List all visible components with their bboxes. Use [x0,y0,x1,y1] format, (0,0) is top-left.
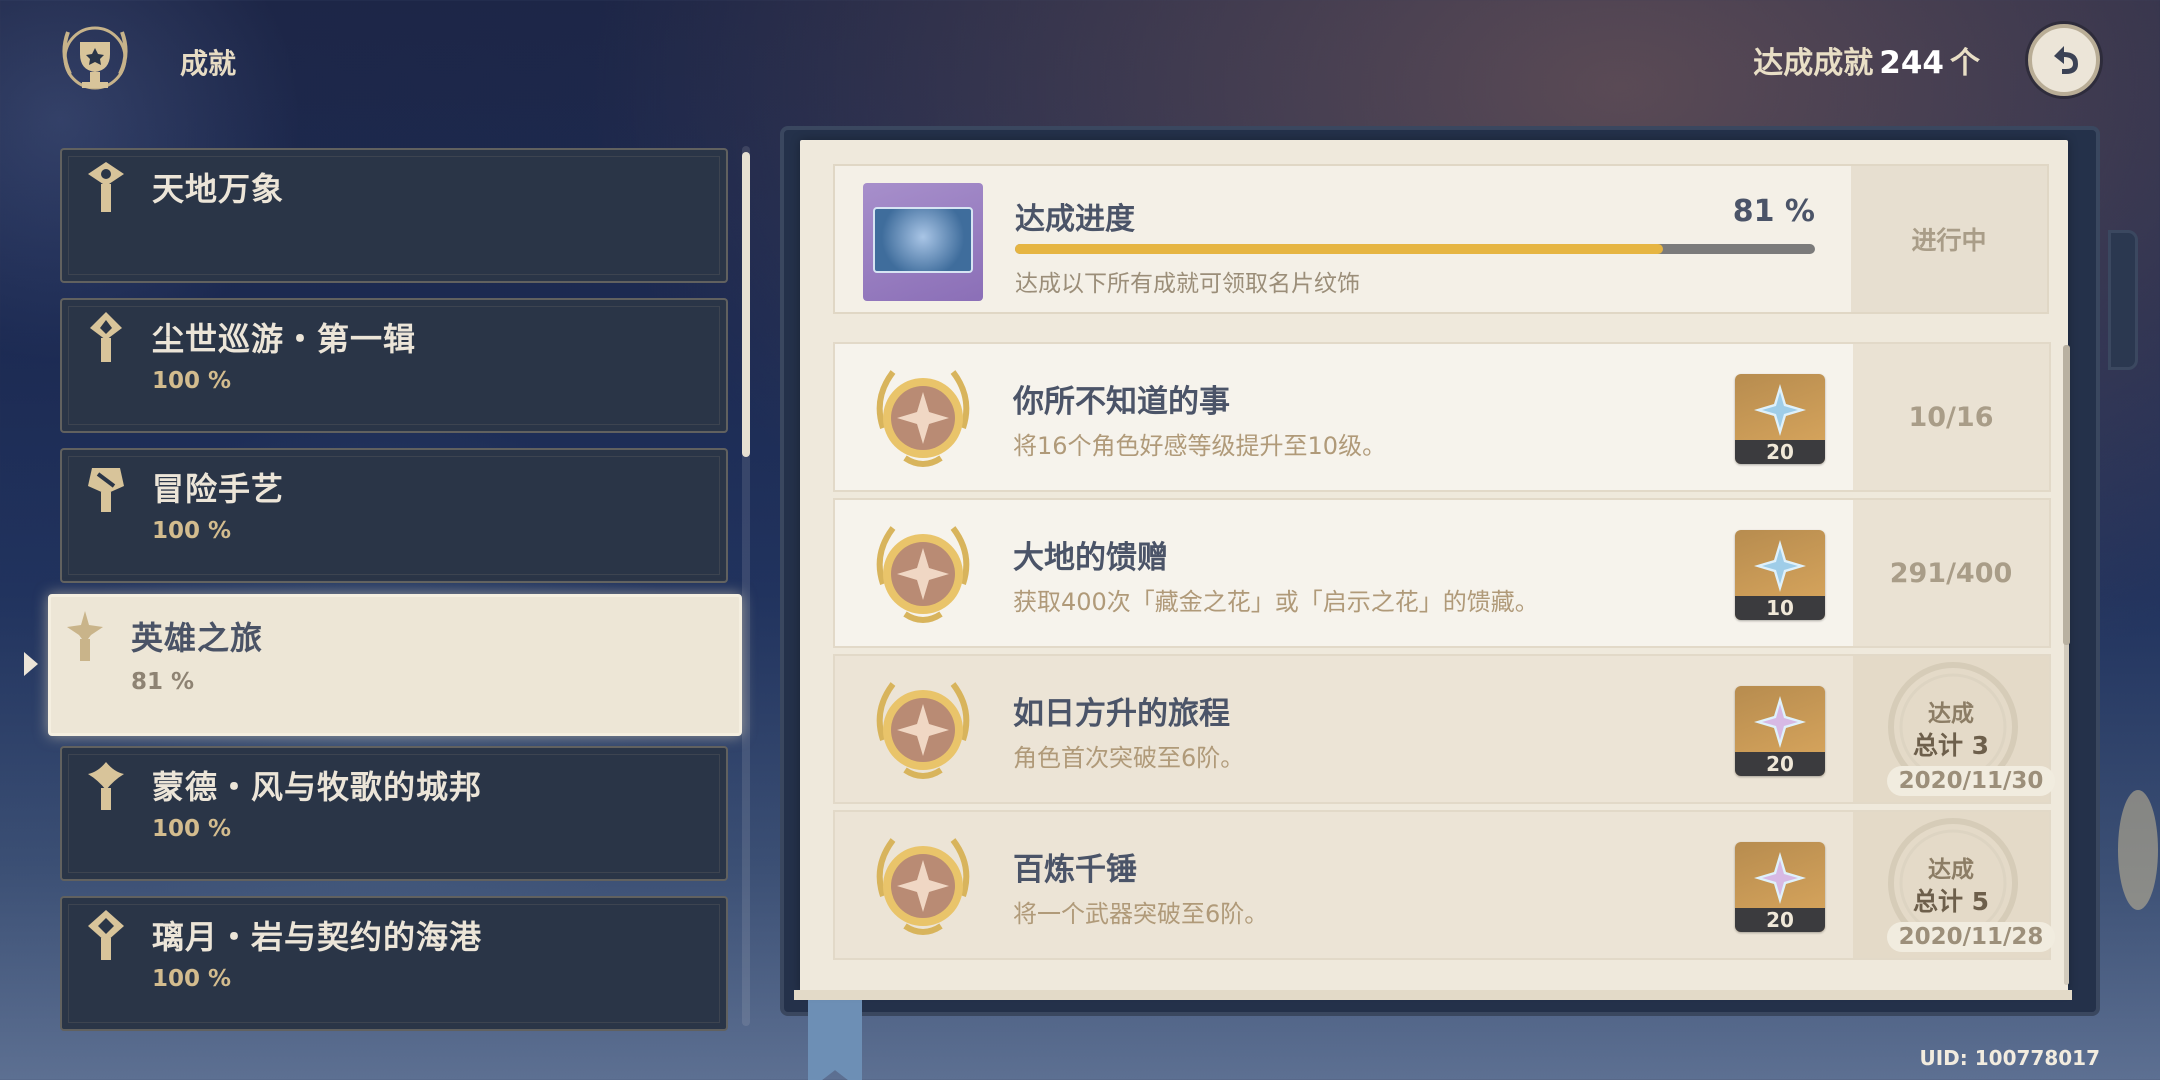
primogem-icon [1754,384,1806,436]
achievement-name: 百炼千锤 [1013,852,1137,888]
stamp-total: 总计 3 [1912,731,1990,760]
sidebar-item-percent: 100 % [152,816,232,842]
stamp-label: 达成 [1928,701,1974,727]
back-arrow-icon [2054,46,2078,74]
back-button[interactable] [2028,24,2100,96]
sidebar-scrollbar-thumb[interactable] [742,152,750,457]
achievement-description: 将16个角色好感等级提升至10级。 [1013,432,1387,460]
sidebar-item-liyue[interactable]: 璃月・岩与契约的海港 100 % [60,896,728,1031]
category-badge-icon [88,162,124,212]
primogem-icon [1754,696,1806,748]
primogem-icon [1754,852,1806,904]
sidebar-item-percent: 100 % [152,966,232,992]
progress-bar [1015,244,1815,254]
reward-count: 10 [1735,596,1825,620]
sidebar-item-label: 璃月・岩与契约的海港 [152,918,483,956]
achievement-row[interactable]: 大地的馈赠 获取400次「藏金之花」或「启示之花」的馈藏。 10 291/400 [833,498,2051,648]
progress-percent: 81 % [1732,194,1815,229]
sidebar-item-yingxiongzhilv[interactable]: 英雄之旅 81 % [48,594,742,736]
achievement-completed-stamp: 达成 总计 3 2020/11/30 [1853,656,2055,802]
achievement-completed-stamp: 达成 总计 5 2020/11/28 [1853,812,2055,958]
sidebar-item-label: 冒险手艺 [152,470,285,508]
reward-count: 20 [1735,752,1825,776]
trophy-emblem-icon [62,26,128,90]
achievement-row[interactable]: 百炼千锤 将一个武器突破至6阶。 20 达成 总计 5 2020/11/28 [833,810,2055,960]
achievement-medal-icon [876,526,970,623]
page-title: 成就 [180,47,237,80]
list-scrollbar-thumb[interactable] [2063,345,2070,645]
count-value: 244 [1879,45,1944,81]
progress-status: 进行中 [1851,166,2047,312]
primogem-reward: 20 [1735,374,1825,464]
primogem-icon [1754,540,1806,592]
sidebar-item-tiandiwanxiang[interactable]: 天地万象 [60,148,728,283]
sidebar-item-maoxianshouyi[interactable]: 冒险手艺 100 % [60,448,728,583]
achievement-medal-icon [876,682,970,779]
category-badge-icon [67,611,103,661]
sidebar-item-label: 英雄之旅 [131,619,264,657]
progress-title: 达成进度 [1015,202,1135,237]
sidebar-item-percent: 81 % [131,669,195,695]
achievement-progress: 291/400 [1853,500,2049,646]
sidebar-item-percent: 100 % [152,368,232,394]
achievement-row[interactable]: 你所不知道的事 将16个角色好感等级提升至10级。 20 10/16 [833,342,2051,492]
count-unit: 个 [1950,46,1980,81]
category-badge-icon [88,762,124,810]
primogem-reward: 20 [1735,686,1825,776]
count-label: 达成成就 [1753,46,1874,81]
achievement-medal-icon [876,370,970,467]
achievement-description: 将一个武器突破至6阶。 [1013,900,1269,928]
stamp-date: 2020/11/30 [1887,766,2055,796]
achievement-row[interactable]: 如日方升的旅程 角色首次突破至6阶。 20 达成 总计 3 2020/11/30 [833,654,2055,804]
achievement-count: 达成成就 244 个 [1753,38,1980,82]
category-badge-icon [90,312,122,362]
progress-bar-fill [1015,244,1663,254]
stamp-date: 2020/11/28 [1887,922,2055,952]
stamp-total: 总计 5 [1912,887,1990,916]
category-badge-icon [88,910,124,960]
achievement-name: 大地的馈赠 [1013,540,1168,576]
progress-description: 达成以下所有成就可领取名片纹饰 [1015,271,1360,297]
sidebar-item-percent: 100 % [152,518,232,544]
sidebar-item-chenshixunyou[interactable]: 尘世巡游・第一辑 100 % [60,298,728,433]
paper-edge [794,990,2072,1000]
achievement-medal-icon [876,838,970,935]
reward-count: 20 [1735,440,1825,464]
stamp-label: 达成 [1928,857,1974,883]
primogem-reward: 10 [1735,530,1825,620]
sidebar-item-label: 天地万象 [152,170,285,208]
sidebar-item-mengde[interactable]: 蒙德・风与牧歌的城邦 100 % [60,746,728,881]
sidebar-item-label: 蒙德・风与牧歌的城邦 [152,768,483,806]
series-progress-card: 达成进度 81 % 达成以下所有成就可领取名片纹饰 进行中 [833,164,2049,314]
achievement-description: 角色首次突破至6阶。 [1013,744,1245,772]
bookmark-ribbon [808,996,862,1080]
reward-count: 20 [1735,908,1825,932]
namecard-reward-icon [863,183,983,301]
primogem-reward: 20 [1735,842,1825,932]
category-badge-icon [88,468,124,512]
sidebar-item-label: 尘世巡游・第一辑 [152,320,417,358]
achievement-name: 如日方升的旅程 [1013,696,1230,732]
achievement-progress: 10/16 [1853,344,2049,490]
uid-label: UID: 100778017 [1919,1046,2101,1070]
achievement-description: 获取400次「藏金之花」或「启示之花」的馈藏。 [1013,588,1539,616]
book-seal-decoration [2118,790,2158,910]
selected-arrow-icon [24,652,38,676]
book-clasp [2108,230,2138,370]
achievement-name: 你所不知道的事 [1013,384,1230,420]
